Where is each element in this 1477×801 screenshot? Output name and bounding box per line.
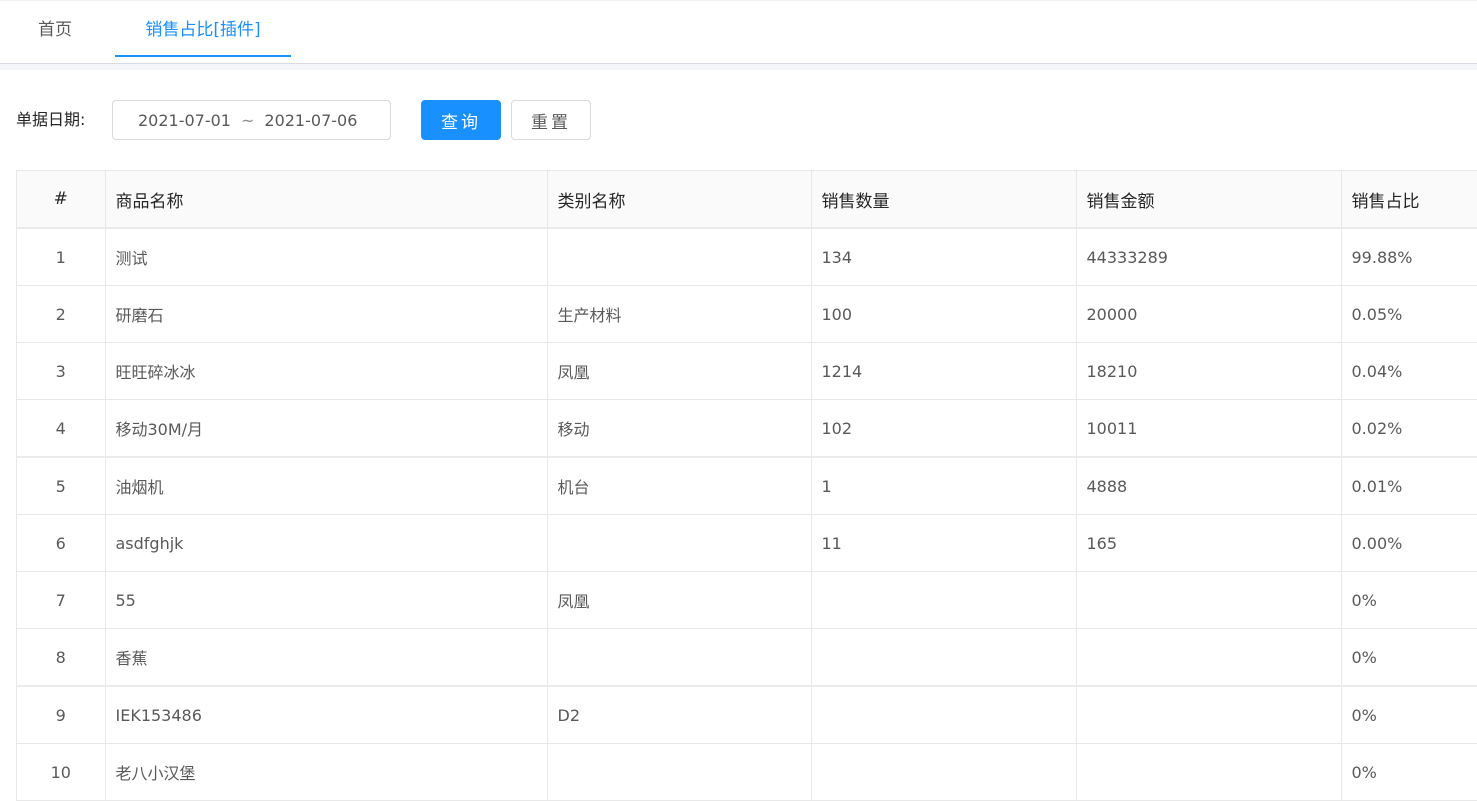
cell-product-name: 测试 [105, 228, 548, 286]
cell-index: 7 [17, 571, 106, 629]
date-filter-label: 单据日期: [16, 110, 86, 129]
cell-category-name: 凤凰 [547, 342, 812, 400]
cell-category-name: D2 [547, 686, 812, 744]
cell-sales-ratio: 0% [1341, 628, 1477, 687]
column-header-index: # [17, 171, 106, 229]
cell-sales-quantity [811, 743, 1077, 801]
cell-sales-quantity [811, 686, 1077, 744]
cell-category-name: 生产材料 [547, 285, 812, 343]
reset-button[interactable]: 重置 [511, 100, 591, 140]
cell-sales-amount [1076, 686, 1342, 744]
cell-sales-amount [1076, 628, 1342, 687]
cell-sales-quantity: 1 [811, 457, 1077, 515]
cell-sales-quantity: 134 [811, 228, 1077, 286]
table-header-row: # 商品名称 类别名称 销售数量 销售金额 销售占比 [17, 171, 1477, 229]
table-row[interactable]: 8 香蕉 0% [17, 628, 1477, 687]
cell-sales-ratio: 0.00% [1341, 514, 1477, 572]
sales-table-container: # 商品名称 类别名称 销售数量 销售金额 销售占比 1 测试 134 4433328… [16, 170, 1477, 801]
query-button[interactable]: 查询 [421, 100, 501, 140]
cell-category-name: 机台 [547, 457, 812, 515]
cell-product-name: 研磨石 [105, 285, 548, 343]
cell-sales-ratio: 99.88% [1341, 228, 1477, 286]
cell-sales-amount: 165 [1076, 514, 1342, 572]
cell-sales-amount [1076, 743, 1342, 801]
cell-product-name: 55 [105, 571, 548, 629]
table-body: 1 测试 134 44333289 99.88% 2 研磨石 生产材料 100 20000 0.05… [17, 228, 1477, 801]
column-header-sales-quantity: 销售数量 [811, 171, 1077, 229]
cell-sales-ratio: 0% [1341, 571, 1477, 629]
cell-sales-ratio: 0.04% [1341, 342, 1477, 400]
table-row[interactable]: 10 老八小汉堡 0% [17, 743, 1477, 801]
cell-category-name [547, 514, 812, 572]
sales-table: # 商品名称 类别名称 销售数量 销售金额 销售占比 1 测试 134 4433328… [17, 171, 1477, 801]
tab-sales-ratio[interactable]: 销售占比[插件] [115, 1, 291, 57]
cell-index: 5 [17, 457, 106, 515]
date-range-separator: ~ [240, 110, 255, 130]
table-row[interactable]: 6 asdfghjk 11 165 0.00% [17, 514, 1477, 572]
cell-product-name: 老八小汉堡 [105, 743, 548, 801]
cell-product-name: IEK153486 [105, 686, 548, 744]
cell-sales-quantity: 100 [811, 285, 1077, 343]
cell-sales-amount: 20000 [1076, 285, 1342, 343]
cell-index: 4 [17, 399, 106, 458]
cell-sales-ratio: 0.05% [1341, 285, 1477, 343]
cell-sales-amount: 18210 [1076, 342, 1342, 400]
cell-index: 9 [17, 686, 106, 744]
table-row[interactable]: 9 IEK153486 D2 0% [17, 686, 1477, 744]
date-range-picker[interactable]: 2021-07-01 ~ 2021-07-06 [112, 100, 391, 140]
cell-sales-quantity: 1214 [811, 342, 1077, 400]
cell-index: 3 [17, 342, 106, 400]
cell-index: 2 [17, 285, 106, 343]
column-header-sales-ratio: 销售占比 [1341, 171, 1477, 229]
column-header-category-name: 类别名称 [547, 171, 812, 229]
tab-home[interactable]: 首页 [20, 1, 90, 61]
table-row[interactable]: 7 55 凤凰 0% [17, 571, 1477, 629]
cell-product-name: 香蕉 [105, 628, 548, 687]
column-header-product-name: 商品名称 [105, 171, 548, 229]
table-row[interactable]: 1 测试 134 44333289 99.88% [17, 228, 1477, 286]
cell-category-name [547, 743, 812, 801]
cell-sales-ratio: 0.02% [1341, 399, 1477, 458]
cell-product-name: 移动30M/月 [105, 399, 548, 458]
cell-sales-ratio: 0% [1341, 743, 1477, 801]
cell-product-name: 油烟机 [105, 457, 548, 515]
cell-sales-quantity [811, 628, 1077, 687]
table-row[interactable]: 3 旺旺碎冰冰 凤凰 1214 18210 0.04% [17, 342, 1477, 400]
cell-index: 10 [17, 743, 106, 801]
cell-category-name: 移动 [547, 399, 812, 458]
cell-sales-amount [1076, 571, 1342, 629]
cell-category-name [547, 628, 812, 687]
cell-sales-ratio: 0% [1341, 686, 1477, 744]
cell-sales-amount: 10011 [1076, 399, 1342, 458]
cell-sales-ratio: 0.01% [1341, 457, 1477, 515]
column-header-sales-amount: 销售金额 [1076, 171, 1342, 229]
cell-sales-quantity: 11 [811, 514, 1077, 572]
cell-product-name: asdfghjk [105, 514, 548, 572]
cell-index: 1 [17, 228, 106, 286]
table-row[interactable]: 5 油烟机 机台 1 4888 0.01% [17, 457, 1477, 515]
tab-bar: 首页 销售占比[插件] [0, 0, 1477, 64]
table-row[interactable]: 4 移动30M/月 移动 102 10011 0.02% [17, 399, 1477, 458]
cell-sales-quantity [811, 571, 1077, 629]
table-row[interactable]: 2 研磨石 生产材料 100 20000 0.05% [17, 285, 1477, 343]
date-start-input[interactable]: 2021-07-01 [138, 111, 231, 130]
cell-category-name: 凤凰 [547, 571, 812, 629]
cell-sales-quantity: 102 [811, 399, 1077, 458]
cell-product-name: 旺旺碎冰冰 [105, 342, 548, 400]
tab-bar-shadow [0, 64, 1477, 70]
cell-sales-amount: 44333289 [1076, 228, 1342, 286]
cell-index: 6 [17, 514, 106, 572]
cell-category-name [547, 228, 812, 286]
cell-index: 8 [17, 628, 106, 687]
cell-sales-amount: 4888 [1076, 457, 1342, 515]
date-end-input[interactable]: 2021-07-06 [264, 111, 357, 130]
